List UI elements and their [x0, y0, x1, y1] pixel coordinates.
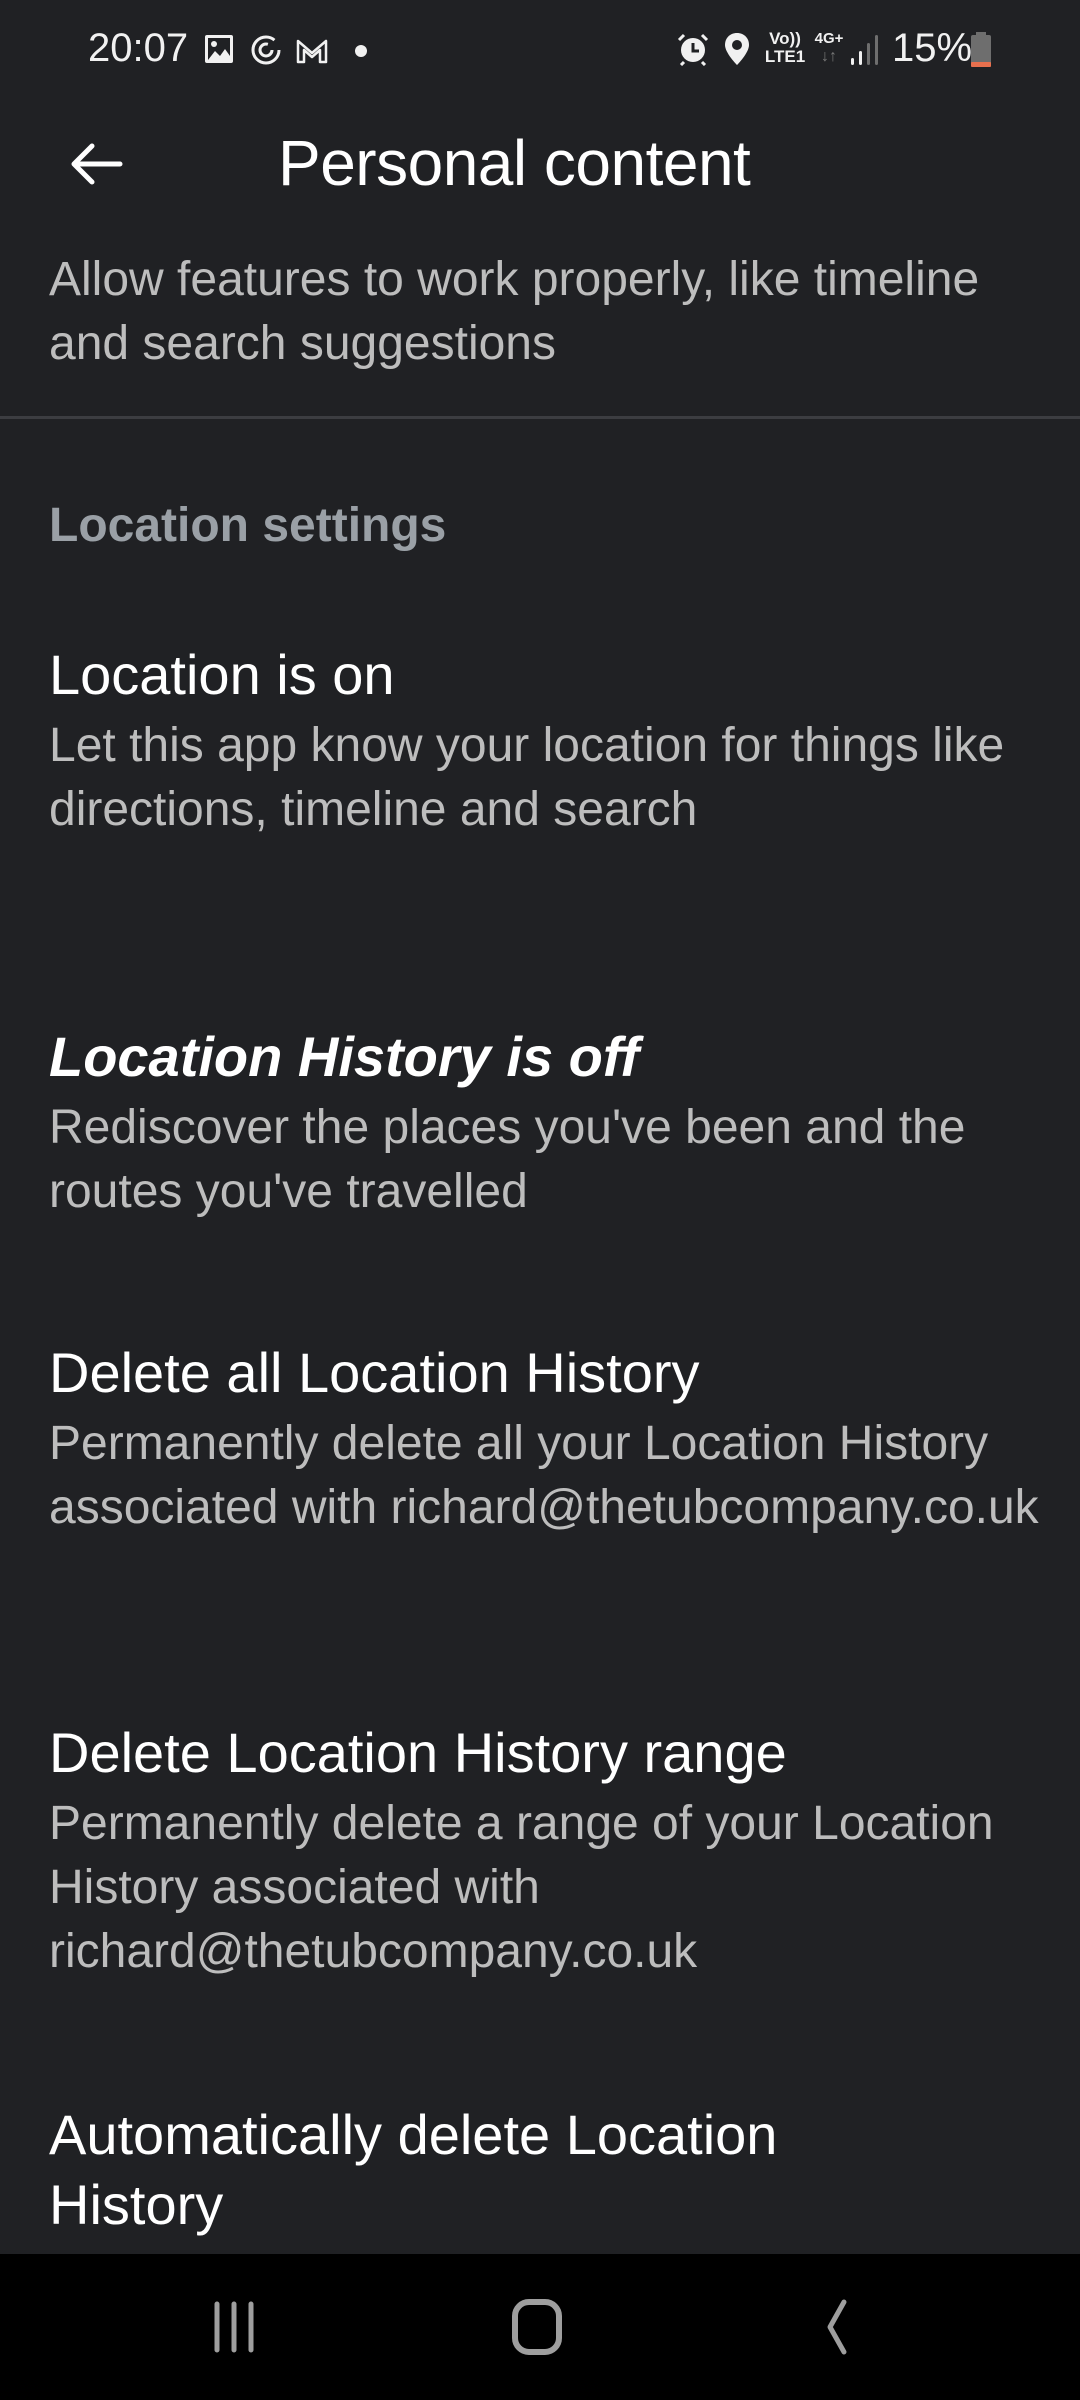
pref-summary: Rediscover the places you've been and th…	[49, 1101, 966, 1218]
app-bar: Personal content	[0, 100, 1080, 248]
battery-icon	[971, 32, 991, 67]
network-type-label: 4G+	[814, 30, 844, 47]
signal-icon	[851, 35, 878, 65]
notification-dot-icon	[355, 45, 367, 57]
pref-delete-location-history-range[interactable]: Delete Location History range Permanentl…	[49, 1718, 1049, 1984]
alarm-icon	[677, 33, 709, 66]
gallery-icon	[205, 35, 233, 63]
section-header-location-settings: Location settings	[49, 499, 447, 552]
status-bar: 20:07 Vo)) LTE1 4G+ ↓↑ 15%	[0, 0, 1080, 100]
pref-title: Delete all Location History	[49, 1341, 700, 1404]
pref-delete-all-location-history[interactable]: Delete all Location History Permanently …	[49, 1338, 1049, 1540]
4g-plus-data-icon: 4G+ ↓↑	[812, 30, 846, 66]
sync-icon	[251, 35, 281, 65]
pref-summary: Let this app know your location for thin…	[49, 719, 1005, 836]
pref-summary: Permanently delete a range of your Locat…	[49, 1797, 994, 1978]
system-nav-bar	[0, 2254, 1080, 2400]
arrow-back-icon	[71, 143, 123, 185]
recents-icon	[214, 2301, 254, 2353]
nav-back-button[interactable]	[778, 2290, 898, 2366]
pref-title: Location History is off	[49, 1025, 640, 1088]
location-pin-icon	[725, 33, 749, 65]
page-title: Personal content	[278, 127, 751, 199]
gmail-icon	[296, 39, 328, 64]
section-divider	[0, 416, 1080, 419]
nav-back-icon	[827, 2299, 847, 2355]
volte-lte1-icon: Vo)) LTE1	[760, 30, 810, 66]
home-icon	[512, 2299, 562, 2355]
pref-location-history[interactable]: Location History is off Rediscover the p…	[49, 1022, 1049, 1224]
pref-auto-delete-location-history[interactable]: Automatically delete Location History	[49, 2100, 949, 2240]
pref-location-is-on[interactable]: Location is on Let this app know your lo…	[49, 640, 1049, 842]
status-time: 20:07	[88, 26, 189, 70]
home-button[interactable]	[476, 2290, 596, 2366]
battery-percent: 15%	[892, 26, 973, 70]
pref-title: Location is on	[49, 643, 395, 706]
back-button[interactable]	[62, 138, 132, 208]
pref-title: Automatically delete Location History	[49, 2103, 778, 2236]
lte1-label: LTE1	[764, 47, 806, 66]
recents-button[interactable]	[174, 2290, 294, 2366]
pref-summary: Permanently delete all your Location His…	[49, 1417, 1039, 1534]
volte-label: Vo))	[769, 29, 801, 48]
top-description: Allow features to work properly, like ti…	[49, 253, 980, 370]
pref-title: Delete Location History range	[49, 1721, 787, 1784]
